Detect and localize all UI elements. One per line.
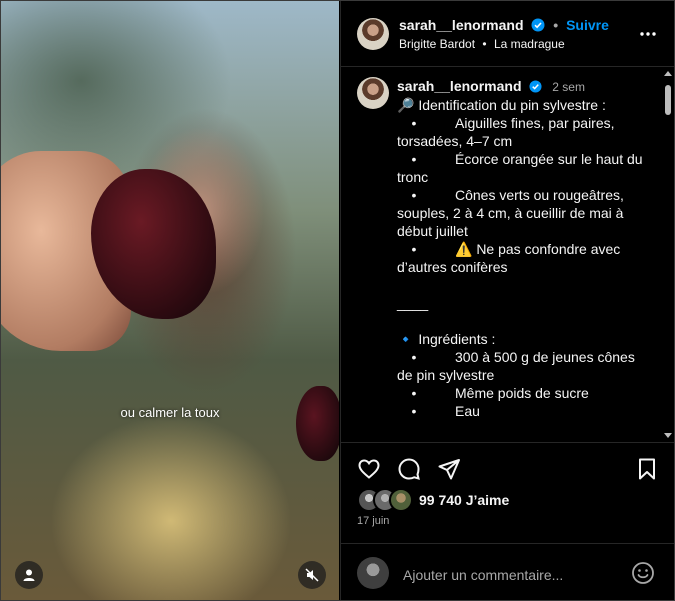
scrollbar-thumb[interactable] (665, 85, 671, 115)
audio-track: La madrague (493, 37, 565, 51)
author-avatar[interactable] (357, 18, 389, 50)
caption-username[interactable]: sarah__lenormand (397, 78, 522, 94)
caption-line: ⚠️ Ne pas confondre avec (455, 241, 621, 257)
heart-icon[interactable] (357, 457, 381, 481)
emoji-icon[interactable] (631, 561, 655, 585)
caption-line: 🔹 Ingrédients : (397, 331, 496, 347)
verified-icon (531, 18, 545, 32)
caption-bullet: • (411, 151, 417, 167)
more-icon[interactable] (639, 25, 657, 43)
caption-bullet: • (411, 385, 417, 401)
caption-bullet: • (411, 187, 417, 203)
mute-icon (305, 568, 319, 582)
share-icon[interactable] (437, 457, 461, 481)
comment-input[interactable] (401, 566, 625, 584)
author-username[interactable]: sarah__lenormand (399, 17, 524, 33)
comment-icon[interactable] (397, 457, 421, 481)
caption-line: Aiguilles fines, par paires, (455, 115, 615, 131)
tagged-users-button[interactable] (15, 561, 43, 589)
audio-info[interactable]: Brigitte Bardot • La madrague (399, 37, 565, 51)
scroll-up-arrow[interactable] (664, 71, 672, 76)
caption-line: Eau (455, 403, 480, 419)
caption-line: d’autres conifères (397, 259, 508, 275)
caption-line: torsadées, 4–7 cm (397, 133, 513, 149)
caption-divider: ____ (397, 295, 429, 311)
caption-line: tronc (397, 169, 429, 185)
liker-avatar (389, 488, 413, 512)
likes-summary[interactable]: 99 740 J’aime (357, 488, 509, 512)
comment-bar (341, 543, 674, 600)
caption-scroll-area[interactable]: sarah__lenormand 2 sem 🔎 Identification … (341, 67, 674, 441)
caption-line: 300 à 500 g de jeunes cônes (455, 349, 635, 365)
user-icon (23, 569, 35, 581)
post-date[interactable]: 17 juin (357, 515, 389, 527)
mute-button[interactable] (298, 561, 326, 589)
current-user-avatar (357, 557, 389, 589)
bookmark-icon[interactable] (635, 457, 659, 481)
caption-bullet: • (411, 115, 417, 131)
caption-line: Cônes verts ou rougeâtres, (455, 187, 624, 203)
audio-artist: Brigitte Bardot (399, 37, 476, 51)
pine-cone-image (296, 386, 339, 461)
caption-line: début juillet (397, 223, 468, 239)
caption-line: souples, 2 à 4 cm, à cueillir de mai à (397, 205, 624, 221)
caption-bullet: • (411, 241, 417, 257)
post-actions: 99 740 J’aime 17 juin (341, 442, 674, 600)
header-separator: • (553, 17, 559, 33)
caption-time[interactable]: 2 sem (552, 80, 585, 94)
caption-line: Écorce orangée sur le haut du (455, 151, 643, 167)
audio-separator: • (482, 37, 487, 51)
likes-count[interactable]: 99 740 J’aime (419, 492, 509, 508)
caption-line: 🔎 Identification du pin sylvestre : (397, 97, 606, 113)
caption-line: Même poids de sucre (455, 385, 589, 401)
video-subtitle: ou calmer la toux (120, 405, 220, 420)
caption-author-avatar[interactable] (357, 77, 389, 109)
post-dialog: ou calmer la toux sarah__lenormand • Sui… (0, 0, 675, 601)
verified-icon (529, 80, 542, 93)
caption-bullet: • (411, 403, 417, 419)
post-video[interactable]: ou calmer la toux (1, 1, 339, 600)
caption-bullet: • (411, 349, 417, 365)
caption-line: de pin sylvestre (397, 367, 495, 383)
follow-button[interactable]: Suivre (566, 17, 609, 33)
post-header: sarah__lenormand • Suivre Brigitte Bardo… (341, 1, 674, 67)
scroll-down-arrow[interactable] (664, 433, 672, 438)
caption-text: sarah__lenormand 2 sem 🔎 Identification … (397, 77, 649, 420)
post-side-panel: sarah__lenormand • Suivre Brigitte Bardo… (340, 1, 674, 600)
